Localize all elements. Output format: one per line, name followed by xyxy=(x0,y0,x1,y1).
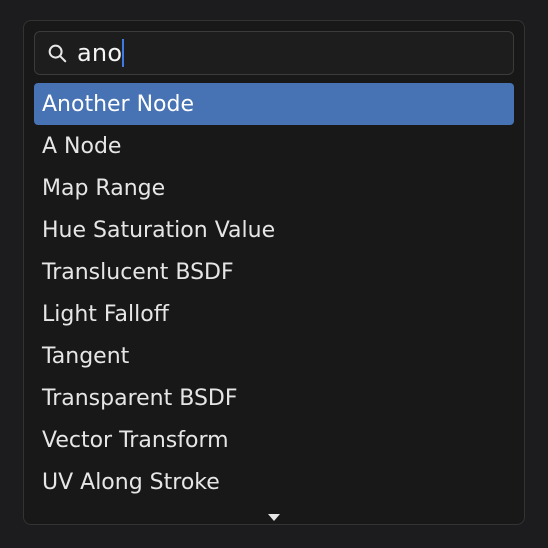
result-item-vector-transform[interactable]: Vector Transform xyxy=(34,419,514,461)
search-popup: ano Another Node A Node Map Range Hue Sa… xyxy=(23,20,525,525)
result-item-translucent-bsdf[interactable]: Translucent BSDF xyxy=(34,251,514,293)
result-label: Tangent xyxy=(42,344,129,369)
search-field[interactable]: ano xyxy=(34,31,514,75)
result-item-another-node[interactable]: Another Node xyxy=(34,83,514,125)
result-item-map-range[interactable]: Map Range xyxy=(34,167,514,209)
more-results[interactable] xyxy=(34,503,514,531)
result-item-a-node[interactable]: A Node xyxy=(34,125,514,167)
result-item-uv-along-stroke[interactable]: UV Along Stroke xyxy=(34,461,514,503)
result-label: Map Range xyxy=(42,176,165,201)
result-label: Vector Transform xyxy=(42,428,229,453)
text-caret xyxy=(122,39,124,67)
result-label: Translucent BSDF xyxy=(42,260,234,285)
search-icon xyxy=(45,41,69,65)
result-label: UV Along Stroke xyxy=(42,470,220,495)
search-input[interactable]: ano xyxy=(77,41,122,65)
result-label: Hue Saturation Value xyxy=(42,218,275,243)
result-item-tangent[interactable]: Tangent xyxy=(34,335,514,377)
results-list: Another Node A Node Map Range Hue Satura… xyxy=(34,83,514,531)
result-label: Another Node xyxy=(42,92,194,117)
result-label: Light Falloff xyxy=(42,302,169,327)
chevron-down-icon xyxy=(266,512,282,522)
result-label: Transparent BSDF xyxy=(42,386,238,411)
result-label: A Node xyxy=(42,134,121,159)
result-item-hue-saturation-value[interactable]: Hue Saturation Value xyxy=(34,209,514,251)
result-item-transparent-bsdf[interactable]: Transparent BSDF xyxy=(34,377,514,419)
result-item-light-falloff[interactable]: Light Falloff xyxy=(34,293,514,335)
